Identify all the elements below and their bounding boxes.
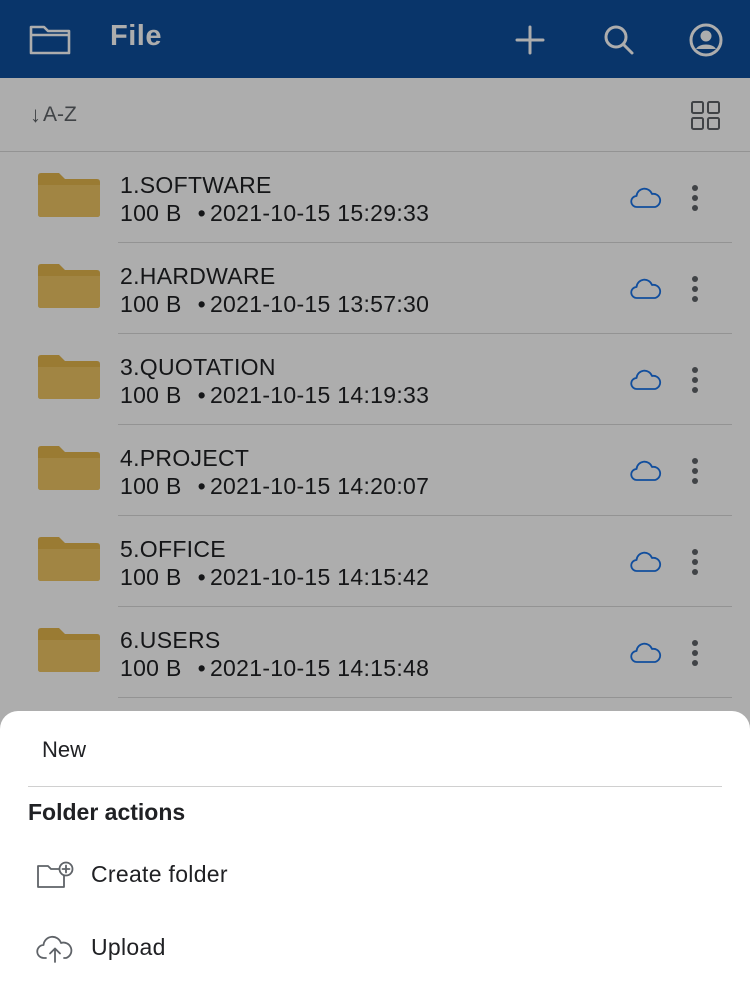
- section-heading: Folder actions: [28, 799, 186, 825]
- divider: [28, 786, 722, 787]
- upload-button[interactable]: Upload: [0, 916, 750, 982]
- sheet-title: New: [42, 737, 87, 762]
- create-folder-button[interactable]: Create folder: [0, 843, 750, 909]
- upload-label: Upload: [91, 934, 166, 960]
- create-folder-label: Create folder: [91, 861, 228, 887]
- create-folder-icon: [36, 861, 74, 891]
- bottom-sheet: New Folder actions Create folder Upload: [0, 711, 750, 1000]
- cloud-upload-icon: [36, 934, 74, 964]
